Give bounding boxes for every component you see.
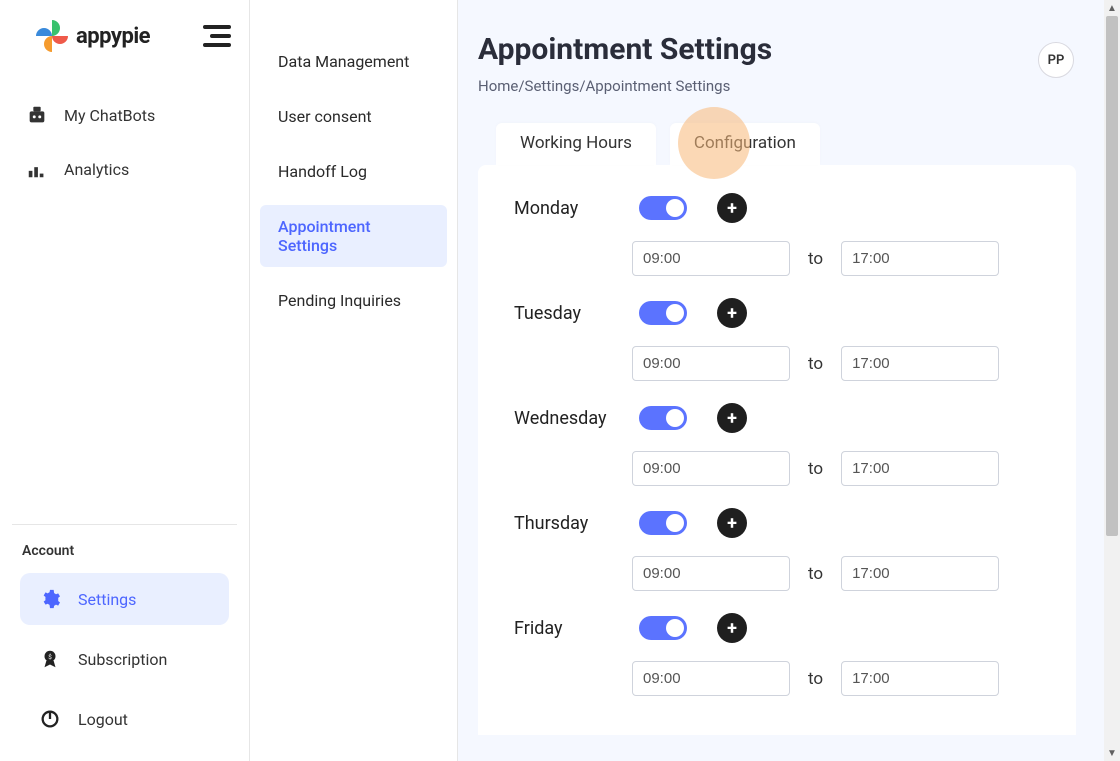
nav-label: Analytics xyxy=(64,160,129,179)
account-item-label: Logout xyxy=(78,710,128,729)
scrollbar[interactable]: ▲ ▼ xyxy=(1104,0,1120,761)
scroll-down-icon[interactable]: ▼ xyxy=(1104,745,1120,761)
time-from-input[interactable] xyxy=(632,661,790,696)
time-from-input[interactable] xyxy=(632,346,790,381)
day-label: Friday xyxy=(514,618,639,639)
subnav-handoff-log[interactable]: Handoff Log xyxy=(260,150,447,193)
logo-row: appypie xyxy=(0,18,249,54)
tabs: Working Hours Configuration xyxy=(496,123,1076,165)
time-from-input[interactable] xyxy=(632,451,790,486)
user-avatar[interactable]: PP xyxy=(1038,42,1074,78)
primary-sidebar: appypie My ChatBots xyxy=(0,0,250,761)
add-slot-button[interactable]: + xyxy=(717,613,747,643)
gear-icon xyxy=(38,587,62,611)
divider xyxy=(12,524,237,525)
page-title: Appointment Settings xyxy=(478,32,772,67)
add-slot-button[interactable]: + xyxy=(717,403,747,433)
main-content: Appointment Settings Home/Settings/Appoi… xyxy=(458,0,1104,761)
tab-working-hours[interactable]: Working Hours xyxy=(496,123,656,165)
add-slot-button[interactable]: + xyxy=(717,508,747,538)
day-row-thursday: Thursday + to xyxy=(514,508,1040,591)
time-to-input[interactable] xyxy=(841,661,999,696)
day-row-monday: Monday + to xyxy=(514,193,1040,276)
scroll-up-icon[interactable]: ▲ xyxy=(1104,0,1120,16)
time-to-input[interactable] xyxy=(841,451,999,486)
account-logout[interactable]: Logout xyxy=(20,693,229,745)
page-header: Appointment Settings Home/Settings/Appoi… xyxy=(478,32,1076,95)
settings-subnav: Data Management User consent Handoff Log… xyxy=(250,0,458,761)
brand-name: appypie xyxy=(76,24,150,49)
account-subscription[interactable]: $ Subscription xyxy=(20,633,229,685)
day-label: Monday xyxy=(514,198,639,219)
day-toggle[interactable] xyxy=(639,616,687,640)
day-label: Wednesday xyxy=(514,408,639,429)
time-from-input[interactable] xyxy=(632,241,790,276)
day-toggle[interactable] xyxy=(639,406,687,430)
account-heading: Account xyxy=(10,543,239,559)
scroll-thumb[interactable] xyxy=(1106,16,1118,536)
day-row-wednesday: Wednesday + to xyxy=(514,403,1040,486)
to-label: to xyxy=(808,669,823,689)
day-row-friday: Friday + to xyxy=(514,613,1040,696)
subnav-data-management[interactable]: Data Management xyxy=(260,40,447,83)
nav-label: My ChatBots xyxy=(64,106,155,125)
account-section: Account Settings $ Subscriptio xyxy=(0,524,249,761)
account-settings[interactable]: Settings xyxy=(20,573,229,625)
brand-logo[interactable]: appypie xyxy=(34,18,150,54)
power-icon xyxy=(38,707,62,731)
subnav-pending-inquiries[interactable]: Pending Inquiries xyxy=(260,279,447,322)
nav-my-chatbots[interactable]: My ChatBots xyxy=(6,88,243,142)
add-slot-button[interactable]: + xyxy=(717,298,747,328)
time-to-input[interactable] xyxy=(841,556,999,591)
day-label: Thursday xyxy=(514,513,639,534)
to-label: to xyxy=(808,459,823,479)
to-label: to xyxy=(808,354,823,374)
account-item-label: Settings xyxy=(78,590,136,609)
primary-nav: My ChatBots Analytics xyxy=(0,88,249,196)
medal-icon: $ xyxy=(38,647,62,671)
working-hours-card: Monday + to Tuesday + xyxy=(478,165,1076,735)
to-label: to xyxy=(808,564,823,584)
day-toggle[interactable] xyxy=(639,301,687,325)
time-to-input[interactable] xyxy=(841,346,999,381)
to-label: to xyxy=(808,249,823,269)
robot-icon xyxy=(26,104,48,126)
day-toggle[interactable] xyxy=(639,196,687,220)
tutorial-highlight xyxy=(678,107,750,179)
breadcrumb[interactable]: Home/Settings/Appointment Settings xyxy=(478,77,772,95)
time-from-input[interactable] xyxy=(632,556,790,591)
day-row-tuesday: Tuesday + to xyxy=(514,298,1040,381)
bar-chart-icon xyxy=(26,158,48,180)
add-slot-button[interactable]: + xyxy=(717,193,747,223)
time-to-input[interactable] xyxy=(841,241,999,276)
menu-toggle-icon[interactable] xyxy=(203,25,231,47)
svg-text:$: $ xyxy=(48,653,52,661)
subnav-appointment-settings[interactable]: Appointment Settings xyxy=(260,205,447,267)
day-toggle[interactable] xyxy=(639,511,687,535)
day-label: Tuesday xyxy=(514,303,639,324)
logo-icon xyxy=(34,18,70,54)
account-item-label: Subscription xyxy=(78,650,167,669)
nav-analytics[interactable]: Analytics xyxy=(6,142,243,196)
subnav-user-consent[interactable]: User consent xyxy=(260,95,447,138)
